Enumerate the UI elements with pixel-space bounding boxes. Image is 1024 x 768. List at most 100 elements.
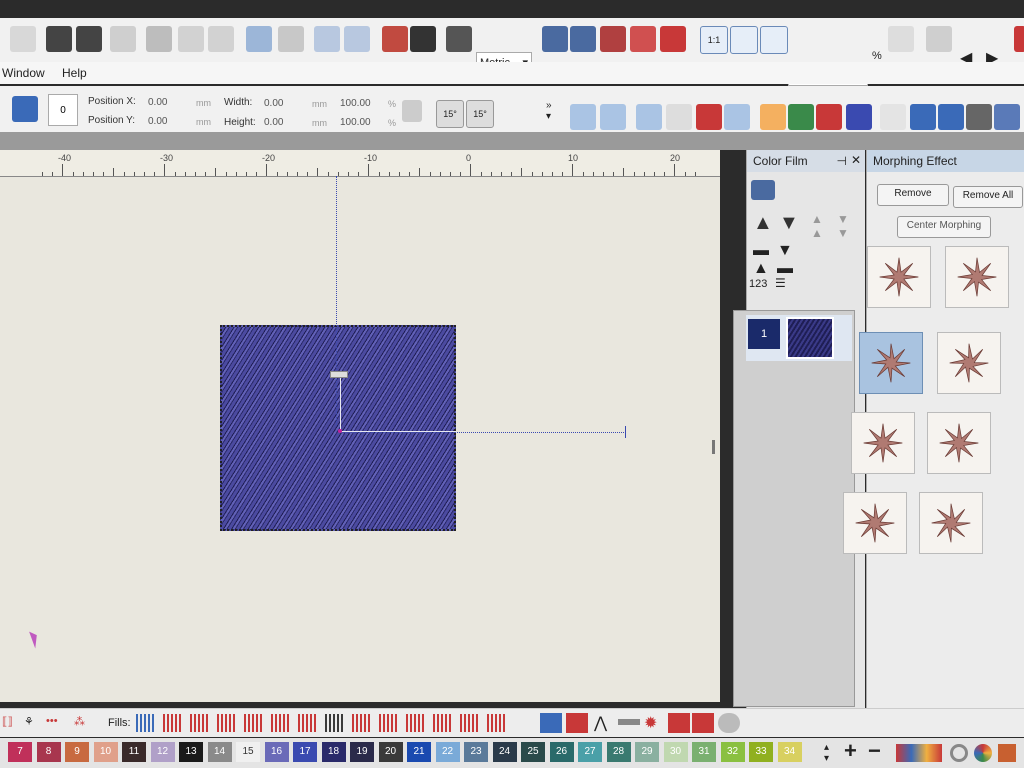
undo-icon[interactable] <box>246 26 272 52</box>
background-image-icon[interactable] <box>542 26 568 52</box>
thread-swatch[interactable]: 20 <box>378 742 403 762</box>
remove-button[interactable]: Remove <box>877 184 949 206</box>
redo-icon[interactable] <box>278 26 304 52</box>
sort-icon[interactable]: ☰ <box>775 276 786 290</box>
menu-window[interactable]: Window <box>2 66 45 80</box>
fill-style-icon[interactable] <box>190 714 210 732</box>
ribbon-icon[interactable] <box>566 713 588 733</box>
thread-swatch[interactable]: 9 <box>65 742 89 762</box>
to-top-icon[interactable]: ▬ ▲ <box>753 242 769 278</box>
hashgrid-icon[interactable] <box>966 104 992 130</box>
color-film-item[interactable]: 1 <box>746 315 852 361</box>
usb-icon[interactable] <box>110 26 136 52</box>
thread-swatch[interactable]: 17 <box>293 742 317 762</box>
thread-swatch[interactable]: 30 <box>663 742 688 762</box>
bean-stitch-icon[interactable]: ••• <box>46 715 58 727</box>
frame-icon[interactable] <box>910 104 936 130</box>
close-doc-icon[interactable] <box>1014 26 1024 52</box>
fill-style-icon[interactable] <box>352 714 372 732</box>
guide-end-marker[interactable] <box>625 426 626 438</box>
magic-wand-icon[interactable] <box>926 26 952 52</box>
knot-icon[interactable] <box>692 713 714 733</box>
satin-icon[interactable] <box>540 713 562 733</box>
print-preview-icon[interactable] <box>10 26 36 52</box>
pan-hand-icon[interactable] <box>888 26 914 52</box>
pattern-icon[interactable] <box>660 26 686 52</box>
fill-style-icon[interactable] <box>487 714 507 732</box>
thread-swatch[interactable]: 22 <box>435 742 460 762</box>
rotate-object-icon[interactable] <box>12 96 38 122</box>
morph-style-option[interactable] <box>937 332 1001 394</box>
fill-style-icon[interactable] <box>460 714 480 732</box>
triple-stitch-icon[interactable]: ⁂ <box>74 715 85 728</box>
position-x-value[interactable]: 0.00 <box>148 97 167 108</box>
export-icon[interactable] <box>344 26 370 52</box>
height-value[interactable]: 0.00 <box>264 117 283 128</box>
morph-style-option[interactable] <box>867 246 931 308</box>
spool-icon[interactable] <box>998 744 1016 762</box>
embroidery-fill-object[interactable] <box>220 325 456 531</box>
zoom-out-icon[interactable] <box>760 26 788 54</box>
zoom-in-icon[interactable] <box>730 26 758 54</box>
zoom-1to1-button[interactable]: 1:1 <box>700 26 728 54</box>
lock-aspect-icon[interactable] <box>402 100 422 122</box>
morph-style-option[interactable] <box>851 412 915 474</box>
width-scale[interactable]: 100.00 <box>340 98 371 109</box>
thread-swatch[interactable]: 24 <box>492 742 517 762</box>
tools-icon[interactable] <box>446 26 472 52</box>
zigzag-stitch-icon[interactable] <box>570 104 596 130</box>
thread-swatch[interactable]: 31 <box>692 742 716 762</box>
thread-swatch[interactable]: 16 <box>264 742 289 762</box>
paste-icon[interactable] <box>208 26 234 52</box>
rotation-input[interactable] <box>48 94 78 126</box>
ruler-grid-icon[interactable] <box>994 104 1020 130</box>
thread-swatch[interactable]: 27 <box>578 742 602 762</box>
menu-help[interactable]: Help <box>62 66 87 80</box>
stamp-icon[interactable] <box>600 26 626 52</box>
wave-icon[interactable] <box>668 713 690 733</box>
morph-style-option[interactable] <box>919 492 983 554</box>
star-shape-icon[interactable] <box>760 104 786 130</box>
fill-style-icon[interactable] <box>217 714 237 732</box>
origin-point[interactable] <box>338 429 342 433</box>
fill-style-icon[interactable] <box>271 714 291 732</box>
film-view-icon[interactable] <box>751 180 775 200</box>
fill-grid-icon[interactable] <box>696 104 722 130</box>
morph-style-option[interactable] <box>945 246 1009 308</box>
rotation-handle[interactable] <box>330 371 348 378</box>
morph-style-option[interactable] <box>859 332 923 394</box>
thread-swatch[interactable]: 11 <box>122 742 146 762</box>
fill-style-icon[interactable] <box>379 714 399 732</box>
copy-icon[interactable] <box>178 26 204 52</box>
thread-swatch[interactable]: 8 <box>36 742 61 762</box>
move-up-icon[interactable]: ▲ <box>753 212 773 235</box>
send-machine2-icon[interactable] <box>76 26 102 52</box>
settings-gear-icon[interactable] <box>410 26 436 52</box>
globe-icon[interactable] <box>718 713 740 733</box>
table-icon[interactable] <box>938 104 964 130</box>
canvas-scroll-handle[interactable] <box>712 440 715 454</box>
close-icon[interactable]: ✕ <box>851 153 861 167</box>
move-up-small-icon[interactable]: ▲ ▲ <box>811 212 823 240</box>
fill-style-icon[interactable] <box>298 714 318 732</box>
thread-swatch[interactable]: 26 <box>549 742 574 762</box>
fill-style-icon[interactable] <box>244 714 264 732</box>
circle-icon[interactable] <box>950 744 968 762</box>
thread-swatch[interactable]: 18 <box>321 742 346 762</box>
thread-swatch[interactable]: 32 <box>720 742 745 762</box>
move-down-small-icon[interactable]: ▼ ▼ <box>837 212 849 240</box>
fill-style-icon[interactable] <box>325 714 345 732</box>
pin-icon[interactable]: ⊣ <box>837 154 847 168</box>
fill-style-icon[interactable] <box>163 714 183 732</box>
thread-swatch[interactable]: 13 <box>179 742 203 762</box>
scroll-palette-icon[interactable]: ▴ ▾ <box>824 742 829 764</box>
running-stitch-icon[interactable]: ⟦⟧ <box>2 715 13 728</box>
pinwheel-icon[interactable] <box>630 26 656 52</box>
remove-color-icon[interactable]: − <box>868 738 881 764</box>
thread-swatch[interactable]: 19 <box>350 742 374 762</box>
width-value[interactable]: 0.00 <box>264 98 283 109</box>
center-morphing-button[interactable]: Center Morphing <box>897 216 991 238</box>
add-color-icon[interactable]: + <box>844 738 857 764</box>
thread-swatch[interactable]: 28 <box>606 742 631 762</box>
fill-style-icon[interactable] <box>406 714 426 732</box>
